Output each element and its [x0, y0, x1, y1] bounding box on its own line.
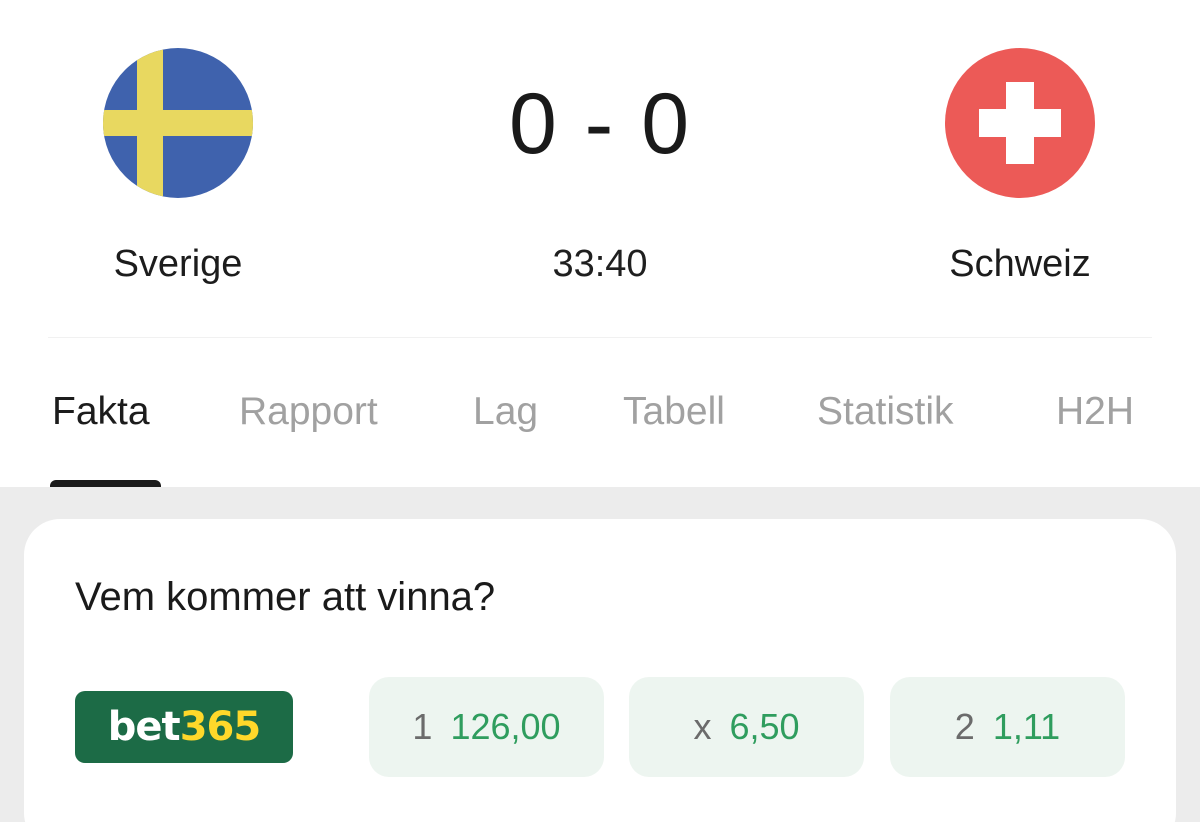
away-team-name: Schweiz [949, 243, 1091, 285]
match-header: Sverige 0 - 0 33:40 Schweiz Fakta Rappor… [0, 0, 1200, 487]
odds-draw-label: x [693, 706, 712, 747]
odds-draw-button[interactable]: x 6,50 [629, 677, 864, 777]
match-clock: 33:40 [552, 243, 648, 285]
tab-lag[interactable]: Lag [473, 380, 538, 444]
tab-statistik[interactable]: Statistik [817, 380, 954, 444]
match-score: 0 - 0 [508, 76, 692, 172]
tab-rapport[interactable]: Rapport [239, 380, 378, 444]
active-tab-indicator [50, 480, 161, 487]
odds-home-button[interactable]: 1 126,00 [369, 677, 604, 777]
switzerland-flag-icon [945, 48, 1095, 198]
bookmaker-logo-number: 365 [179, 704, 261, 750]
prediction-title: Vem kommer att vinna? [75, 575, 496, 619]
odds-away-value: 1,11 [992, 706, 1061, 747]
bookmaker-logo-text: bet [107, 704, 181, 750]
prediction-card: Vem kommer att vinna? bet365 1 126,00 x 6,… [24, 519, 1176, 822]
away-team[interactable]: Schweiz [890, 48, 1150, 286]
odds-draw-value: 6,50 [729, 706, 800, 747]
bookmaker-logo[interactable]: bet365 [75, 691, 293, 763]
odds-home-label: 1 [412, 706, 433, 747]
odds-away-label: 2 [954, 706, 975, 747]
sweden-flag-icon [103, 48, 253, 198]
tab-bar: Fakta Rapport Lag Tabell Statistik H2H [0, 380, 1200, 444]
match-page: Sverige 0 - 0 33:40 Schweiz Fakta Rappor… [0, 0, 1200, 822]
tab-h2h[interactable]: H2H [1056, 380, 1134, 444]
tab-tabell[interactable]: Tabell [623, 380, 725, 444]
odds-away-button[interactable]: 2 1,11 [890, 677, 1125, 777]
header-divider [48, 337, 1152, 338]
odds-home-value: 126,00 [450, 706, 561, 747]
home-team-name: Sverige [113, 243, 243, 285]
home-team[interactable]: Sverige [48, 48, 308, 286]
tab-fakta[interactable]: Fakta [52, 380, 150, 444]
